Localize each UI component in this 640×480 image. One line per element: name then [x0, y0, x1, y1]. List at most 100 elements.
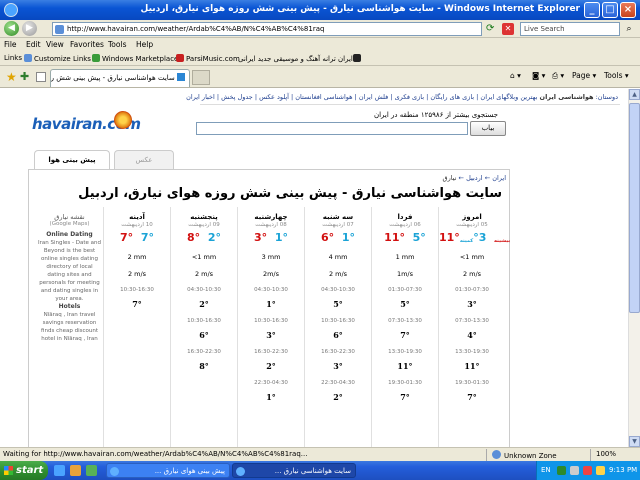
taskbar: start پیش بینی هوای نیارق ... سایت هواشن… — [0, 461, 640, 480]
friends-current[interactable]: هواشناسی ایران — [540, 93, 594, 101]
logo-sun-icon — [114, 111, 132, 129]
scroll-thumb[interactable] — [629, 103, 640, 313]
page-menu[interactable]: Page ▾ — [572, 71, 596, 80]
maximize-button[interactable]: □ — [602, 2, 618, 18]
divider — [486, 449, 487, 461]
map-link[interactable]: نقشه نیارق — [36, 213, 103, 221]
link-iran-music[interactable]: ایران ترانه آهنگ و موسیقی جدید ایرانی — [238, 54, 363, 63]
music-icon — [176, 54, 184, 62]
zoom-level[interactable]: 100% — [596, 450, 616, 458]
period-time: 19:30-01:30 — [455, 380, 489, 386]
forecast-day-column: سه شنبه 07 اردیبهشت 6° 1° 4 mm 2 m/s 04:30-10… — [304, 207, 371, 447]
period-time: 07:30-13:30 — [388, 318, 422, 324]
menu-favorites[interactable]: Favorites — [70, 40, 104, 49]
update-icon[interactable] — [596, 466, 605, 475]
close-button[interactable]: × — [620, 2, 636, 18]
city-search-input[interactable] — [196, 122, 468, 135]
period-temp: 7° — [400, 330, 410, 340]
link-marketplace[interactable]: Windows Marketplace — [92, 54, 178, 63]
volume-icon[interactable] — [570, 466, 579, 475]
network-icon[interactable] — [557, 466, 566, 475]
back-button[interactable]: ◀ — [4, 21, 19, 36]
day-date: 10 اردیبهشت — [121, 222, 153, 228]
wind-speed: 2 m/s — [328, 270, 348, 278]
vertical-scrollbar[interactable]: ▲ ▼ — [628, 89, 640, 447]
max-temp: 6° — [321, 231, 335, 244]
url-input[interactable]: http://www.havairan.com/weather/Ardab%C4… — [52, 22, 482, 36]
min-temp: 1° — [341, 231, 355, 244]
taskbar-item-1[interactable]: پیش بینی هوای نیارق ... — [106, 463, 230, 478]
day-name: سه شنبه — [322, 213, 354, 221]
day-date: 06 اردیبهشت — [389, 222, 421, 228]
link-customize[interactable]: Customize Links — [24, 54, 91, 63]
friends-nav: دوستان: هواشناسی ایران بهترین وبلاگهای ا… — [186, 93, 618, 101]
home-icon[interactable]: ⌂ ▾ — [510, 71, 521, 80]
wind-speed: 2m/s — [262, 270, 280, 278]
city-search-button[interactable]: بیاب — [470, 121, 506, 136]
clock: 9:13 PM — [609, 466, 638, 474]
precipitation: <1 mm — [459, 253, 485, 261]
stop-icon[interactable]: ✕ — [502, 23, 514, 35]
forecast-day-column: آدینه 10 اردیبهشت 7° 7° 2 mm 2 m/s 10:30-16:3… — [103, 207, 170, 447]
day-name: آدینه — [129, 213, 145, 221]
friends-links[interactable]: بهترین وبلاگهای ایران | بازی های رایگان … — [186, 93, 537, 101]
link-parsimusic[interactable]: ParsiMusic.com — [176, 54, 240, 63]
friends-label: دوستان: — [595, 93, 618, 101]
new-tab-button[interactable] — [192, 70, 210, 85]
folder-quicklaunch-icon[interactable] — [70, 465, 81, 476]
page-content: دوستان: هواشناسی ایران بهترین وبلاگهای ا… — [0, 89, 628, 447]
temperature-range: 11° 5° — [372, 231, 438, 245]
period-time: 10:30-16:30 — [187, 318, 221, 324]
taskbar-item-2[interactable]: سایت هواشناسی نیارق ... — [232, 463, 356, 478]
day-date: 09 اردیبهشت — [188, 222, 220, 228]
security-zone[interactable]: Unknown Zone — [492, 450, 557, 460]
search-icon[interactable]: ⌕ — [622, 23, 636, 35]
menu-tools[interactable]: Tools — [108, 40, 126, 49]
quick-tabs-icon[interactable] — [36, 72, 46, 82]
forward-button[interactable]: ▶ — [22, 21, 37, 36]
media-quicklaunch-icon[interactable] — [86, 465, 97, 476]
refresh-icon[interactable]: ⟳ — [486, 23, 498, 35]
tab-forecast[interactable]: پیش بینی هوا — [34, 150, 110, 170]
wind-speed: 2 m/s — [127, 270, 147, 278]
max-temp: 7° — [120, 231, 134, 244]
site-logo[interactable]: havairan.com — [32, 111, 141, 139]
dating-title[interactable]: Online Dating — [46, 231, 92, 238]
tab-current[interactable]: سایت هواشناسی نیارق - پیش بینی شش روزه ه… — [50, 69, 190, 87]
forecast-day-column: چهارشنبه 08 اردیبهشت 3° 1° 3 mm 2m/s 04:30-10… — [237, 207, 304, 447]
min-temp: 1° — [274, 231, 288, 244]
wind-speed: 2 m/s — [194, 270, 214, 278]
menu-help[interactable]: Help — [136, 40, 153, 49]
ie-quicklaunch-icon[interactable] — [54, 465, 65, 476]
windows-logo-icon — [4, 466, 13, 475]
max-temp-label: بیشینه — [494, 238, 511, 244]
scroll-up-icon[interactable]: ▲ — [629, 89, 640, 100]
favorites-star-icon[interactable]: ★ — [6, 70, 17, 84]
menu-file[interactable]: File — [4, 40, 17, 49]
minimize-button[interactable]: _ — [584, 2, 600, 18]
language-indicator[interactable]: EN — [541, 466, 551, 474]
breadcrumb-province[interactable]: اردبیل — [466, 174, 483, 182]
scroll-down-icon[interactable]: ▼ — [629, 436, 640, 447]
add-favorite-icon[interactable]: ✚ — [20, 70, 29, 83]
period-time: 10:30-16:30 — [120, 287, 154, 293]
max-temp: 11° — [384, 231, 405, 244]
search-input[interactable]: Live Search — [520, 22, 620, 36]
print-icon[interactable]: ⎙ ▾ — [552, 71, 564, 81]
windows-icon — [92, 54, 100, 62]
breadcrumb-iran[interactable]: ایران — [492, 174, 506, 182]
feeds-icon[interactable]: ◙ ▾ — [532, 71, 545, 80]
forecast-day-column: فردا 06 اردیبهشت 11° 5° 1 mm 1m/s 01:30-07:30… — [371, 207, 438, 447]
tab-photo[interactable]: عکس — [114, 150, 174, 170]
start-button[interactable]: start — [0, 461, 48, 480]
security-icon[interactable] — [583, 466, 592, 475]
period-temp: 7° — [400, 392, 410, 402]
ie-icon — [110, 467, 119, 476]
links-label: Links — [4, 54, 22, 62]
tools-menu[interactable]: Tools ▾ — [604, 71, 629, 80]
menu-edit[interactable]: Edit — [26, 40, 41, 49]
temperature-range: 6° 1° — [305, 231, 371, 245]
hotels-title[interactable]: Hotels — [59, 303, 81, 310]
min-temp: 7° — [140, 231, 154, 244]
menu-view[interactable]: View — [46, 40, 64, 49]
